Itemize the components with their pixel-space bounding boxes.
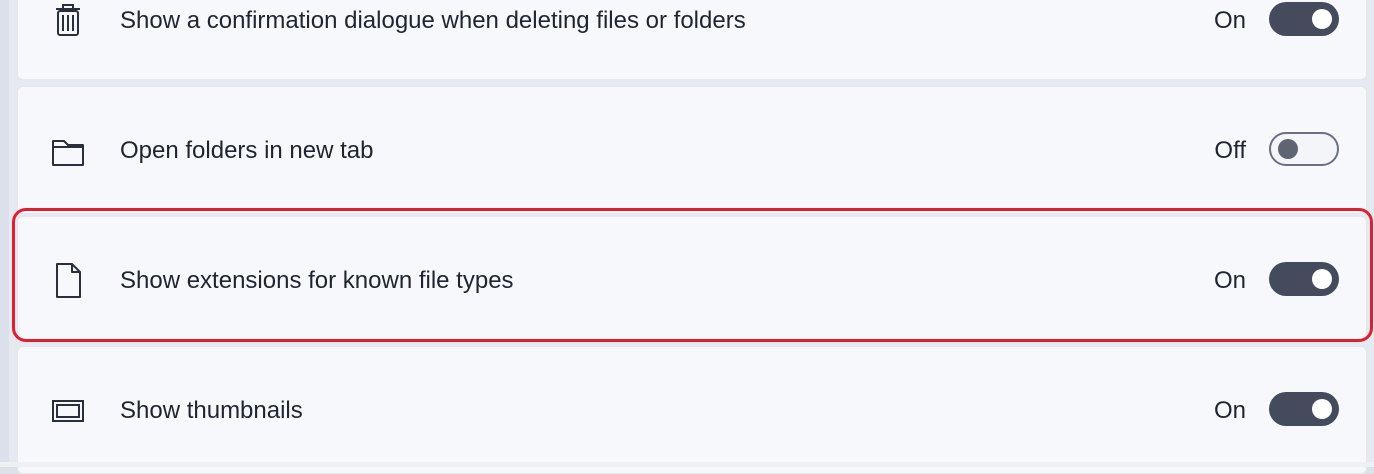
setting-row-delete-confirmation[interactable]: Show a confirmation dialogue when deleti… — [18, 0, 1366, 61]
setting-row-show-extensions[interactable]: Show extensions for known file types On — [18, 241, 1366, 321]
toggle-switch-show-extensions[interactable] — [1269, 262, 1339, 296]
thumbnail-icon — [50, 391, 86, 431]
setting-row-show-thumbnails[interactable]: Show thumbnails On — [18, 371, 1366, 451]
setting-state-open-folders-new-tab: Off — [1214, 137, 1246, 164]
toggle-knob — [1278, 139, 1298, 159]
toggle-knob — [1312, 9, 1332, 29]
file-icon — [50, 261, 86, 301]
setting-row-open-folders-new-tab[interactable]: Open folders in new tab Off — [18, 111, 1366, 191]
setting-card-show-extensions: Show extensions for known file types On — [17, 216, 1367, 343]
setting-state-show-thumbnails: On — [1213, 397, 1246, 424]
toggle-switch-show-thumbnails[interactable] — [1269, 392, 1339, 426]
trash-icon — [50, 1, 86, 41]
bottom-edge — [0, 462, 1374, 467]
toggle-knob — [1312, 269, 1332, 289]
settings-panel: Show a confirmation dialogue when deleti… — [0, 0, 1374, 474]
toggle-switch-delete-confirmation[interactable] — [1269, 2, 1339, 36]
setting-state-delete-confirmation: On — [1213, 7, 1246, 34]
toggle-switch-open-folders-new-tab[interactable] — [1269, 132, 1339, 166]
setting-card-delete-confirmation: Show a confirmation dialogue when deleti… — [17, 0, 1367, 80]
setting-state-show-extensions: On — [1213, 267, 1246, 294]
setting-label-open-folders-new-tab: Open folders in new tab — [120, 137, 374, 164]
folder-icon — [50, 131, 86, 171]
left-gutter — [0, 0, 9, 467]
setting-card-show-thumbnails: Show thumbnails On — [17, 346, 1367, 474]
toggle-knob — [1312, 399, 1332, 419]
setting-card-open-folders-new-tab: Open folders in new tab Off — [17, 86, 1367, 214]
setting-label-delete-confirmation: Show a confirmation dialogue when deleti… — [120, 7, 746, 34]
setting-label-show-thumbnails: Show thumbnails — [120, 397, 303, 424]
setting-label-show-extensions: Show extensions for known file types — [120, 267, 514, 294]
